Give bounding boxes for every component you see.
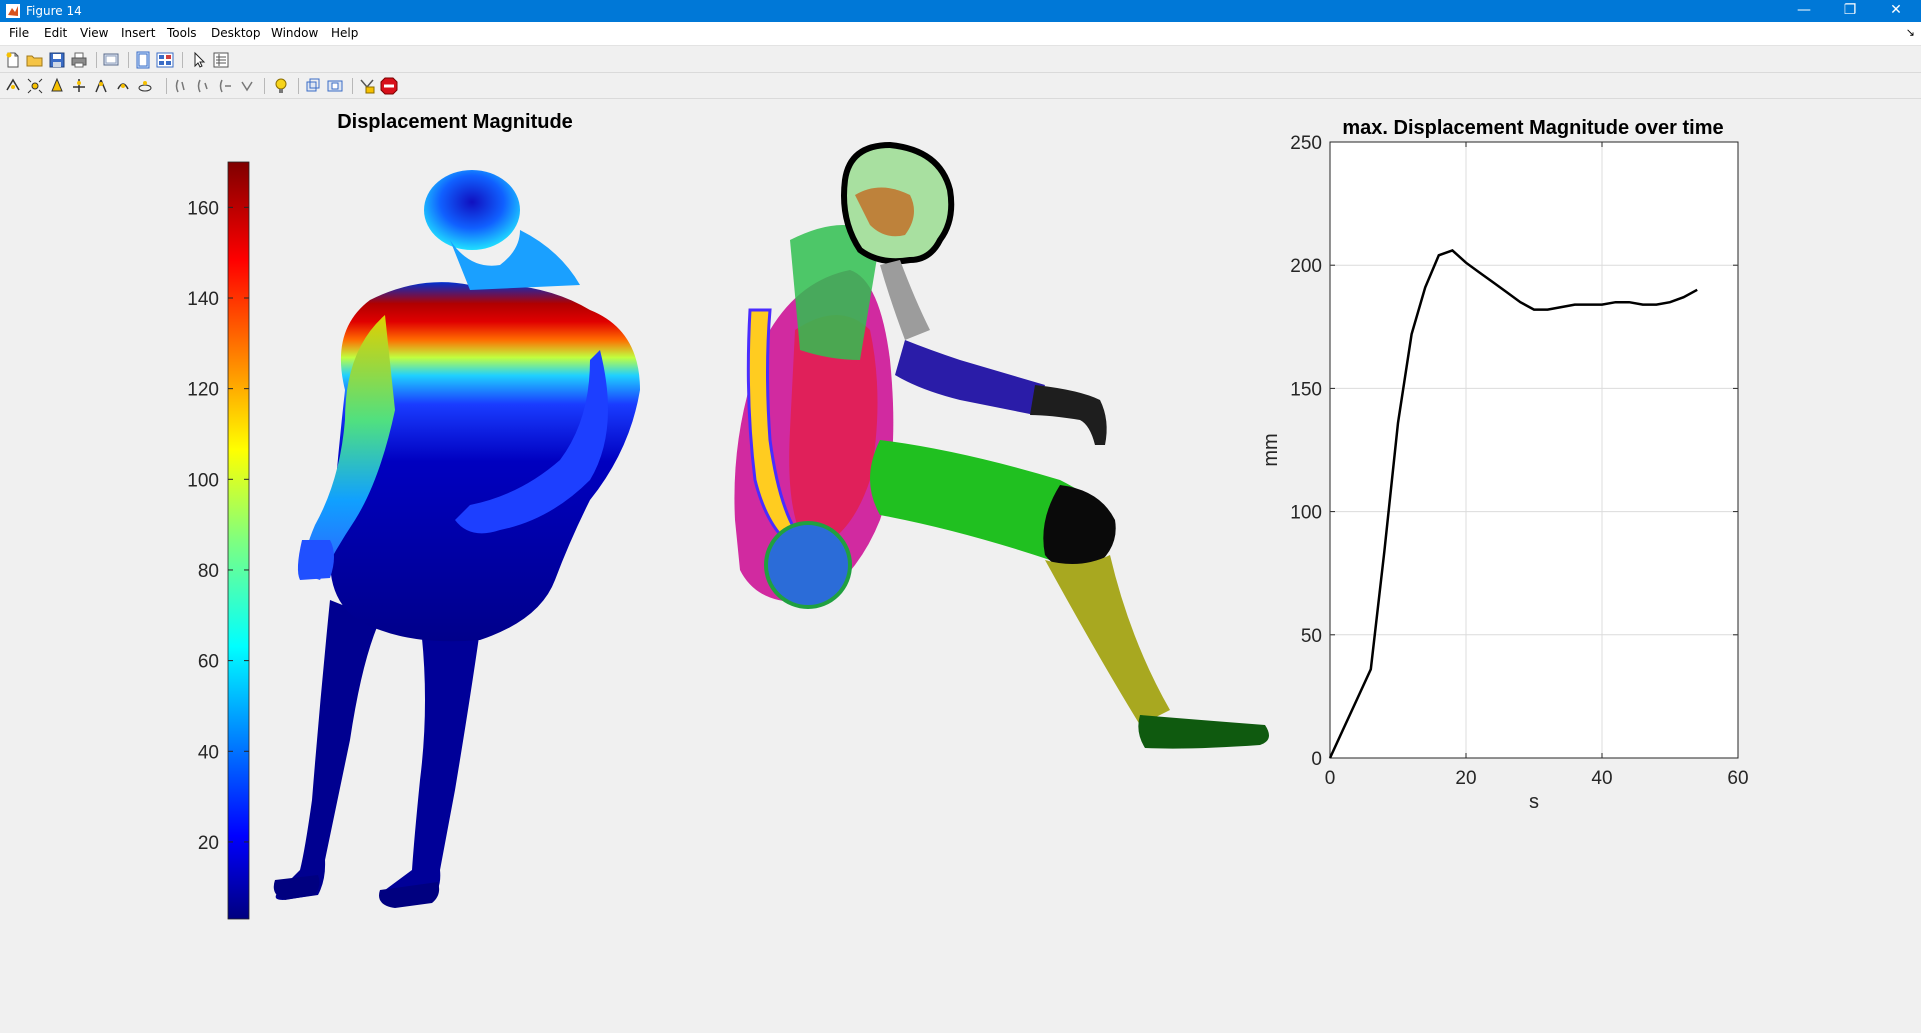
data-tips-icon[interactable]: [92, 77, 110, 95]
print-preview-icon[interactable]: [102, 51, 120, 69]
dock-figure-icon[interactable]: ↘: [1906, 26, 1915, 39]
toolbar-separator: [96, 52, 97, 68]
camera-toolbar: [0, 73, 1921, 99]
chart-plot-area: [1329, 141, 1739, 759]
colorbar-tick-label: 40: [198, 742, 219, 763]
chart-y-tick-label: 200: [1290, 256, 1322, 277]
print-icon[interactable]: [70, 51, 88, 69]
lighting-icon[interactable]: [272, 77, 290, 95]
chart-y-tick-label: 150: [1290, 379, 1322, 400]
open-file-icon[interactable]: [26, 51, 44, 69]
window-title: Figure 14: [26, 4, 82, 18]
close-button[interactable]: ✕: [1873, 0, 1919, 22]
chart-y-label: mm: [1260, 433, 1282, 466]
chart-x-label: s: [1529, 791, 1539, 813]
projection-icon[interactable]: [304, 77, 322, 95]
menu-window[interactable]: Window: [271, 26, 318, 40]
forearm-hand: [1030, 385, 1107, 445]
menu-file[interactable]: File: [9, 26, 29, 40]
displacement-body-model: [273, 170, 640, 908]
toolbar-separator: [182, 52, 183, 68]
upper-arm: [895, 340, 1045, 415]
chart-y-tick-label: 250: [1290, 133, 1322, 154]
toggle-plot-tools-icon[interactable]: [134, 51, 152, 69]
light-direction-icon[interactable]: [238, 77, 256, 95]
pointer-icon[interactable]: [190, 51, 208, 69]
body-head: [424, 170, 520, 250]
menu-help[interactable]: Help: [331, 26, 358, 40]
menu-edit[interactable]: Edit: [44, 26, 67, 40]
anatomical-neck: [880, 260, 930, 340]
menu-tools[interactable]: Tools: [167, 26, 197, 40]
stop-icon[interactable]: [380, 77, 398, 95]
lower-leg: [1045, 555, 1170, 725]
figure-toolbar: [0, 47, 1921, 73]
restore-button[interactable]: ❐: [1827, 0, 1873, 22]
pan-camera-icon[interactable]: [216, 77, 234, 95]
zoom-out-icon[interactable]: [48, 77, 66, 95]
walk-icon[interactable]: [172, 77, 190, 95]
body-left-leg: [275, 600, 380, 900]
anatomical-seated-model: [734, 141, 1269, 749]
colorbar-tick-label: 140: [187, 289, 219, 310]
property-inspector-icon[interactable]: [212, 51, 230, 69]
chart-y-tick-label: 0: [1311, 749, 1322, 770]
left-panel-title: Displacement Magnitude: [337, 111, 573, 133]
toolbar-separator: [352, 78, 353, 94]
pelvic-organ: [764, 521, 852, 609]
chart-y-tick-label: 100: [1290, 503, 1322, 524]
foot: [1138, 715, 1269, 749]
menu-bar: File Edit View Insert Tools Desktop Wind…: [0, 22, 1921, 46]
body-right-hand: [297, 540, 334, 580]
colorbar-gradient: [227, 161, 250, 920]
chart-x-tick-label: 60: [1727, 768, 1748, 789]
scene-icon[interactable]: [326, 77, 344, 95]
menu-insert[interactable]: Insert: [121, 26, 155, 40]
camera-icon[interactable]: [358, 77, 376, 95]
save-icon[interactable]: [48, 51, 66, 69]
colorbar: 160 140 120 100 80 60 40 20: [187, 161, 250, 920]
colorbar-tick-label: 60: [198, 652, 219, 673]
toolbar-separator: [128, 52, 129, 68]
minimize-button[interactable]: —: [1781, 0, 1827, 22]
chart-x-tick-label: 40: [1591, 768, 1612, 789]
colorbar-tick-label: 160: [187, 198, 219, 219]
chart-y-tick-label: 50: [1301, 626, 1322, 647]
rotate-icon[interactable]: [4, 77, 22, 95]
body-left-foot: [273, 875, 320, 900]
colorbar-tick-label: 100: [187, 470, 219, 491]
pan-icon[interactable]: [70, 77, 88, 95]
camera-orbit-icon[interactable]: [114, 77, 132, 95]
body-right-leg: [381, 620, 480, 903]
figure-window: Figure 14 — ❐ ✕ File Edit View Insert To…: [0, 0, 1921, 1033]
colorbar-tick-label: 80: [198, 561, 219, 582]
colorbar-tick-label: 120: [187, 380, 219, 401]
dolly-icon[interactable]: [194, 77, 212, 95]
roll-icon[interactable]: [136, 77, 154, 95]
title-bar: Figure 14 — ❐ ✕: [0, 0, 1921, 22]
chart-x-tick-label: 20: [1455, 768, 1476, 789]
colorbar-tick-label: 20: [198, 833, 219, 854]
menu-desktop[interactable]: Desktop: [211, 26, 261, 40]
figure-canvas: Displacement Magnitude 160 140 120 100 80 60 4…: [187, 111, 1749, 920]
toolbar-separator: [298, 78, 299, 94]
toolbar-separator: [264, 78, 265, 94]
matlab-app-icon: [6, 4, 20, 18]
displacement-line-chart: max. Displacement Magnitude over time 0 2…: [1260, 117, 1749, 813]
new-figure-icon[interactable]: [4, 51, 22, 69]
zoom-in-icon[interactable]: [26, 77, 44, 95]
show-plot-tools-icon[interactable]: [156, 51, 174, 69]
chart-title: max. Displacement Magnitude over time: [1342, 117, 1723, 139]
toolbar-separator: [166, 78, 167, 94]
chart-x-tick-label: 0: [1325, 768, 1336, 789]
menu-view[interactable]: View: [80, 26, 108, 40]
